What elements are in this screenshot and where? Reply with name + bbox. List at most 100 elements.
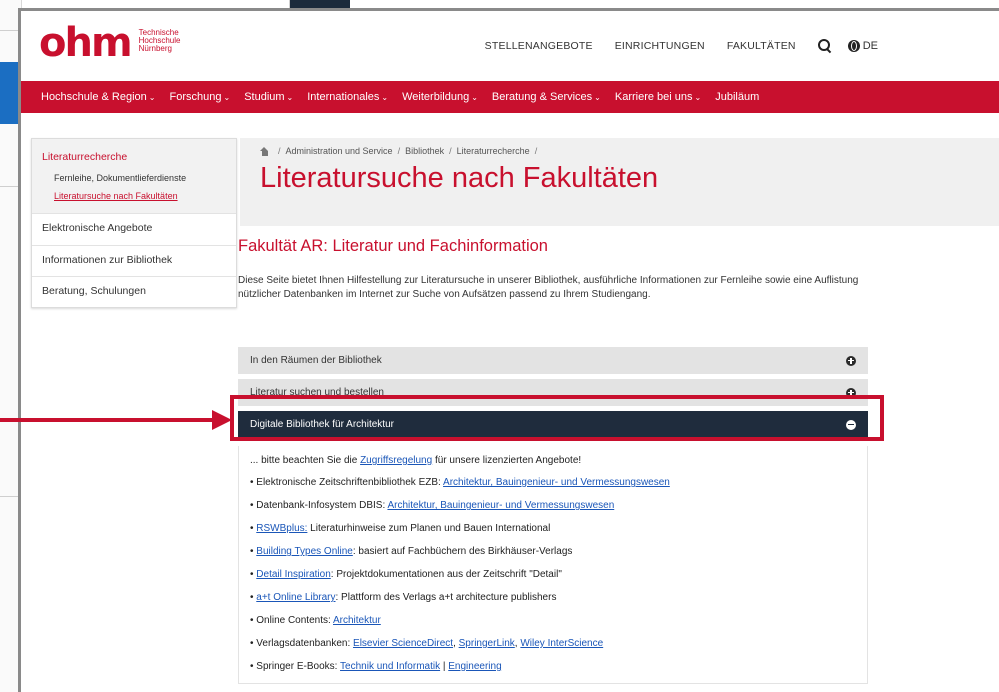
item-text: • Springer E-Books: <box>250 661 341 672</box>
resource-link[interactable]: Elsevier ScienceDirect <box>353 638 453 649</box>
resource-link[interactable]: Building Types Online <box>256 546 353 557</box>
resource-link[interactable]: Engineering <box>448 661 501 672</box>
nav-label: Studium <box>244 91 285 103</box>
zugriffsregelung-link[interactable]: Zugriffsregelung <box>360 455 432 466</box>
resource-link[interactable]: Detail Inspiration <box>256 569 330 580</box>
plus-circle-icon <box>846 355 856 366</box>
chevron-down-icon: ⌄ <box>471 93 478 102</box>
nav-internationales[interactable]: Internationales ⌄ <box>307 91 388 103</box>
nav-label: Hochschule & Region <box>41 91 147 103</box>
item-text: Literaturhinweise zum Planen und Bauen I… <box>307 523 551 534</box>
resource-link[interactable]: SpringerLink <box>459 638 515 649</box>
breadcrumb: / Administration und Service / Bibliothe… <box>260 146 542 156</box>
breadcrumb-separator: / <box>449 146 452 156</box>
accordion-label: In den Räumen der Bibliothek <box>250 355 382 366</box>
list-item: • Detail Inspiration: Projektdokumentati… <box>250 569 856 580</box>
list-item: • Datenbank-Infosystem DBIS: Architektur… <box>250 500 856 511</box>
highlight-box <box>230 395 884 441</box>
note-text: für unsere lizenzierten Angebote! <box>432 455 582 466</box>
nav-label: Beratung & Services <box>491 91 593 103</box>
nav-weiterbildung[interactable]: Weiterbildung ⌄ <box>402 91 478 103</box>
sidebar-item-literaturrecherche[interactable]: Literaturrecherche <box>42 151 228 163</box>
list-item: • Elektronische Zeitschriftenbibliothek … <box>250 477 856 488</box>
main-navigation: Hochschule & Region ⌄ Forschung ⌄ Studium ⌄… <box>21 81 999 113</box>
background-dark-tab <box>290 0 350 8</box>
logo-wordmark: ohm <box>39 20 133 66</box>
search-icon[interactable] <box>817 39 832 53</box>
globe-icon <box>847 40 860 52</box>
resource-link[interactable]: a+t Online Library <box>256 592 335 603</box>
item-text: : Plattform des Verlags a+t architecture… <box>335 592 557 603</box>
page-header: / Administration und Service / Bibliothe… <box>240 138 999 226</box>
nav-studium[interactable]: Studium ⌄ <box>244 91 293 103</box>
annotation-arrow-line <box>0 418 215 422</box>
breadcrumb-item[interactable]: Administration und Service <box>286 146 393 156</box>
item-text: • Datenbank-Infosystem DBIS: <box>250 500 388 511</box>
list-item: • Springer E-Books: Technik und Informat… <box>250 661 856 672</box>
language-label: DE <box>862 40 878 52</box>
list-item: • Building Types Online: basiert auf Fac… <box>250 546 856 557</box>
sidebar-item-elektronische-angebote[interactable]: Elektronische Angebote <box>32 214 236 245</box>
nav-label: Weiterbildung <box>402 91 470 103</box>
top-nav-einrichtungen[interactable]: EINRICHTUNGEN <box>615 40 705 52</box>
top-navigation: STELLENANGEBOTE EINRICHTUNGEN FAKULTÄTEN… <box>463 39 878 53</box>
top-nav-fakultaeten[interactable]: FAKULTÄTEN <box>727 40 796 52</box>
resource-link[interactable]: Architektur <box>333 615 381 626</box>
logo-subtitle: Technische Hochschule Nürnberg <box>139 29 181 53</box>
list-item: • RSWBplus: Literaturhinweise zum Planen… <box>250 523 856 534</box>
sidebar: Literaturrecherche Fernleihe, Dokumentli… <box>31 138 237 308</box>
language-switch[interactable]: DE <box>847 40 878 52</box>
resource-link[interactable]: Architektur, Bauingenieur- und Vermessun… <box>387 500 614 511</box>
note-text: ... bitte beachten Sie die <box>250 455 361 466</box>
sidebar-subitem-fernleihe[interactable]: Fernleihe, Dokumentlieferdienste <box>42 173 228 183</box>
breadcrumb-item[interactable]: Bibliothek <box>405 146 444 156</box>
sidebar-item-informationen[interactable]: Informationen zur Bibliothek <box>32 245 236 276</box>
list-item: • Online Contents: Architektur <box>250 615 856 626</box>
item-text: • Elektronische Zeitschriftenbibliothek … <box>250 477 444 488</box>
resource-link[interactable]: Wiley InterScience <box>520 638 603 649</box>
breadcrumb-separator: / <box>534 146 538 156</box>
nav-hochschule-region[interactable]: Hochschule & Region ⌄ <box>41 91 156 103</box>
nav-jubilaeum[interactable]: Jubiläum <box>715 91 759 103</box>
sidebar-item-beratung[interactable]: Beratung, Schulungen <box>32 276 236 307</box>
nav-label: Internationales <box>307 91 380 103</box>
sidebar-subitem-literatursuche[interactable]: Literatursuche nach Fakultäten <box>42 191 228 201</box>
nav-beratung-services[interactable]: Beratung & Services ⌄ <box>492 91 601 103</box>
breadcrumb-item[interactable]: Literaturrecherche <box>457 146 530 156</box>
resource-link[interactable]: Technik und Informatik <box>340 661 440 672</box>
item-text: • Verlagsdatenbanken: <box>250 638 354 649</box>
item-text: • Online Contents: <box>250 615 333 626</box>
breadcrumb-separator: / <box>278 146 281 156</box>
chevron-down-icon: ⌄ <box>381 93 389 102</box>
intro-section: Fakultät AR: Literatur und Fachinformati… <box>238 237 878 302</box>
ohm-logo[interactable]: ohm Technische Hochschule Nürnberg <box>39 20 181 66</box>
chevron-down-icon: ⌄ <box>286 93 294 102</box>
resource-link[interactable]: RSWBplus: <box>256 523 307 534</box>
annotation-arrow-head <box>212 410 232 430</box>
chevron-down-icon: ⌄ <box>148 93 156 102</box>
list-item: • a+t Online Library: Plattform des Verl… <box>250 592 856 603</box>
nav-karriere[interactable]: Karriere bei uns ⌄ <box>615 91 701 103</box>
chevron-down-icon: ⌄ <box>594 93 601 102</box>
accordion-panel: ... bitte beachten Sie die Zugriffsregel… <box>238 446 868 684</box>
logo-sub-line: Nürnberg <box>138 44 172 53</box>
resource-link[interactable]: Architektur, Bauingenieur- und Vermessun… <box>443 477 670 488</box>
sidebar-group-literaturrecherche: Literaturrecherche Fernleihe, Dokumentli… <box>32 139 236 214</box>
top-bar: ohm Technische Hochschule Nürnberg STELL… <box>21 11 999 81</box>
top-nav-stellenangebote[interactable]: STELLENANGEBOTE <box>485 40 593 52</box>
section-title: Fakultät AR: Literatur und Fachinformati… <box>238 237 548 255</box>
page-title: Literatursuche nach Fakultäten <box>260 162 659 194</box>
chevron-down-icon: ⌄ <box>223 93 231 102</box>
home-icon[interactable] <box>260 146 269 156</box>
access-note: ... bitte beachten Sie die Zugriffsregel… <box>250 455 856 466</box>
section-text: Diese Seite bietet Ihnen Hilfestellung z… <box>238 275 859 300</box>
background-tab <box>200 0 290 8</box>
chevron-down-icon: ⌄ <box>694 93 702 102</box>
nav-label: Karriere bei uns <box>614 91 693 103</box>
item-text: : Projektdokumentationen aus der Zeitsch… <box>330 569 562 580</box>
item-text: : basiert auf Fachbüchern des Birkhäuser… <box>352 546 573 557</box>
accordion-raeume[interactable]: In den Räumen der Bibliothek <box>238 347 868 374</box>
nav-forschung[interactable]: Forschung ⌄ <box>170 91 231 103</box>
list-item: • Verlagsdatenbanken: Elsevier ScienceDi… <box>250 638 856 649</box>
breadcrumb-separator: / <box>397 146 401 156</box>
